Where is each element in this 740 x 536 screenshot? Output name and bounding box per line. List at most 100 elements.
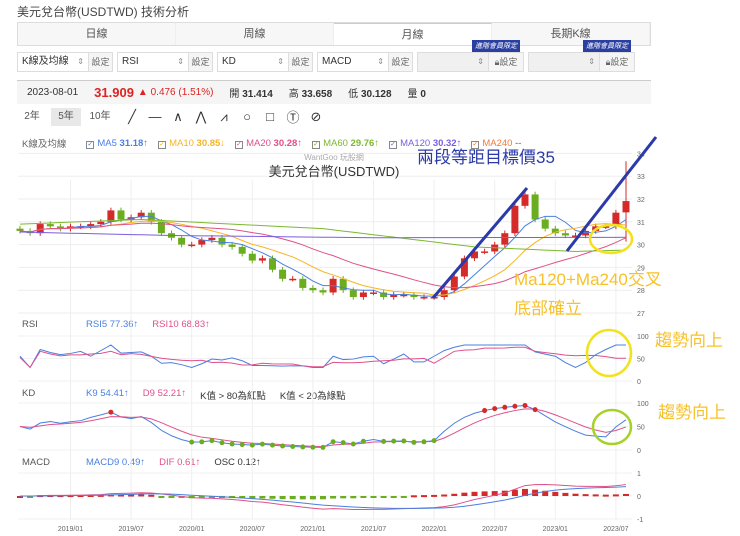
y-tick-label: 100: [637, 334, 649, 341]
kd-red-dot: [532, 407, 538, 413]
candle: [97, 221, 105, 225]
y-tick-label: -1: [637, 517, 643, 524]
osc-bar: [592, 494, 599, 497]
candle: [450, 276, 458, 291]
osc-bar: [370, 496, 377, 498]
kd-red-dot: [108, 409, 114, 415]
trendline-1: [431, 187, 529, 299]
cross-annotation: Ma120+Ma240交叉: [514, 270, 662, 289]
osc-bar: [350, 496, 357, 499]
rsi5-line: [19, 344, 626, 369]
y-tick-label: 31: [637, 220, 645, 227]
kd-green-dot: [401, 438, 407, 444]
osc-bar: [421, 495, 427, 498]
osc-bar: [158, 496, 165, 498]
kd-green-dot: [320, 444, 326, 450]
trendline-2: [565, 136, 658, 252]
candle: [36, 224, 44, 234]
kd-green-dot: [350, 441, 356, 447]
x-tick-label: 2020/01: [179, 526, 204, 533]
candle: [622, 201, 630, 213]
kd-green-dot: [310, 444, 316, 450]
y-tick-label: 0: [637, 448, 641, 455]
osc-bar: [511, 489, 518, 496]
osc-bar: [299, 496, 306, 500]
kd-green-dot: [249, 442, 255, 448]
bottom-annotation: 底部確立: [514, 299, 582, 318]
kd-green-dot: [259, 441, 265, 447]
candle: [279, 269, 287, 279]
kd-green-dot: [290, 444, 296, 450]
kd-green-dot: [411, 439, 417, 445]
rsi-circle: [585, 328, 633, 378]
osc-bar: [461, 492, 468, 496]
candle: [501, 233, 509, 245]
kd-green-dot: [391, 438, 397, 444]
osc-bar: [451, 493, 458, 496]
rsi-trend-annotation: 趨勢向上: [655, 331, 723, 350]
osc-bar: [623, 493, 629, 496]
y-tick-label: 0: [637, 494, 641, 501]
kd-green-dot: [229, 441, 235, 447]
watermark: WantGoo 玩股網: [304, 152, 364, 162]
candle: [521, 194, 529, 206]
kd-green-dot: [431, 438, 437, 444]
kd-green-dot: [360, 438, 366, 444]
x-tick-label: 2023/01: [543, 526, 568, 533]
y-tick-label: 1: [637, 471, 641, 478]
osc-bar: [410, 495, 417, 498]
y-tick-label: 30: [637, 243, 645, 250]
kd-green-dot: [340, 440, 346, 446]
candle: [178, 237, 186, 245]
osc-bar: [360, 496, 367, 498]
candle: [420, 297, 428, 299]
candle: [440, 290, 448, 298]
x-tick-label: 2023/07: [603, 526, 628, 533]
target-annotation: 兩段等距目標價35: [417, 148, 555, 167]
candle: [531, 194, 539, 220]
rsi10-line: [19, 346, 626, 369]
osc-bar: [572, 493, 579, 496]
kd-green-dot: [239, 442, 245, 448]
candle: [16, 228, 24, 231]
candle: [319, 290, 327, 293]
osc-bar: [380, 496, 387, 498]
osc-bar: [320, 496, 326, 500]
kd-green-dot: [189, 439, 195, 445]
osc-bar: [612, 494, 619, 497]
osc-bar: [481, 491, 488, 496]
x-tick-label: 2020/07: [240, 526, 265, 533]
y-tick-label: 27: [637, 311, 645, 318]
osc-bar: [259, 496, 266, 499]
candle: [188, 244, 196, 247]
candle: [269, 258, 276, 270]
osc-bar: [330, 496, 337, 499]
kd-green-dot: [300, 444, 306, 450]
y-tick-label: 28: [637, 288, 645, 295]
kd-red-dot: [522, 403, 528, 409]
kd-green-dot: [209, 438, 215, 444]
x-tick-label: 2022/07: [482, 526, 507, 533]
candle: [481, 251, 489, 253]
chart-title: 美元兌台幣(USDTWD): [269, 164, 400, 179]
kd-red-dot: [492, 406, 498, 412]
osc-bar: [582, 494, 589, 497]
y-tick-label: 33: [637, 174, 645, 181]
kd-trend-annotation: 趨勢向上: [658, 403, 726, 422]
candle: [208, 237, 216, 241]
osc-bar: [441, 494, 448, 497]
kd-green-dot: [199, 439, 205, 445]
candle: [359, 292, 367, 298]
kd-red-dot: [512, 403, 518, 409]
candle: [248, 253, 256, 261]
kd-green-dot: [330, 439, 336, 445]
y-tick-label: 50: [637, 357, 645, 364]
candle: [349, 290, 357, 298]
candle: [299, 278, 307, 288]
osc-bar: [309, 496, 316, 500]
price-chart[interactable]: 2019/01 2019/07 2020/01 2020/07 2021/01 2021/…: [0, 0, 740, 536]
osc-bar: [471, 491, 478, 496]
y-tick-label: 32: [637, 197, 645, 204]
candle: [238, 246, 246, 254]
kd-green-dot: [219, 440, 225, 446]
